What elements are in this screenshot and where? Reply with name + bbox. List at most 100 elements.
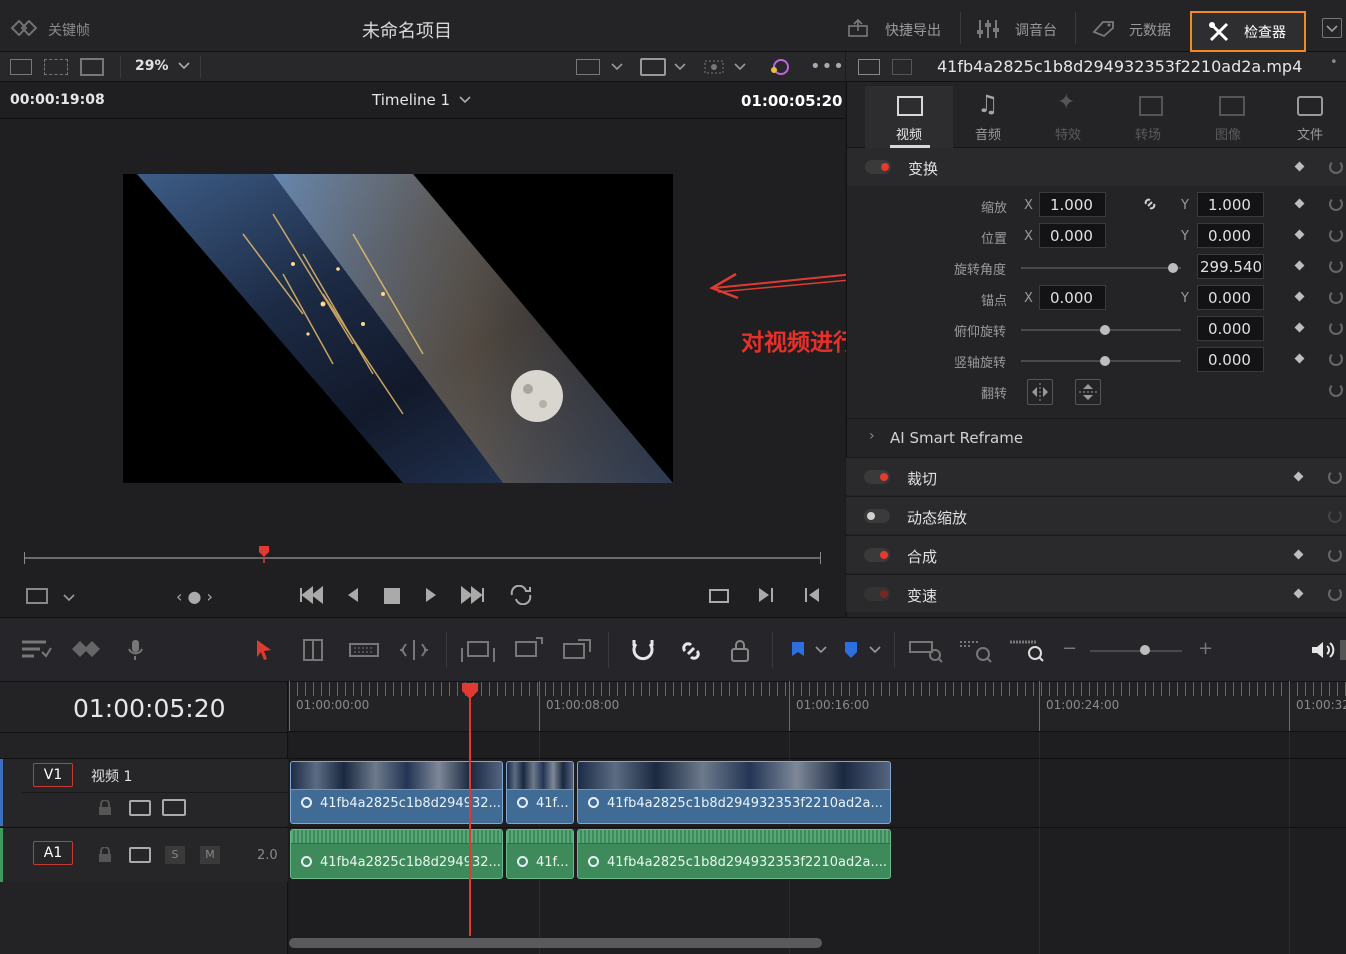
speed-change-section[interactable]: 变速	[846, 574, 1346, 612]
auto-select-icon[interactable]	[129, 800, 151, 816]
insert-clip-icon[interactable]	[460, 638, 496, 664]
stop-icon[interactable]	[384, 588, 400, 604]
anchor-y-field[interactable]: 0.000	[1197, 285, 1264, 310]
v1-track-name[interactable]: 视频 1	[91, 766, 132, 786]
dynamic-zoom-toggle[interactable]	[864, 509, 890, 523]
viewer-scrubber[interactable]	[24, 557, 821, 559]
mixer-icon[interactable]	[976, 18, 1000, 40]
keyframe-diamond-icon[interactable]	[1293, 549, 1304, 560]
ai-smart-reframe-section[interactable]: › AI Smart Reframe	[847, 418, 1346, 456]
keyframe-diamond-icon[interactable]	[1293, 471, 1304, 482]
video-clip[interactable]: 41fb4a2825c1b8d294932...	[290, 761, 503, 824]
transform-enable-toggle[interactable]	[865, 160, 891, 174]
reset-icon[interactable]	[1329, 259, 1343, 273]
trim-tool-icon[interactable]	[296, 638, 330, 662]
expand-dropdown-icon[interactable]	[1322, 18, 1342, 38]
v1-destination-badge[interactable]: V1	[33, 763, 73, 787]
horizontal-scrollbar[interactable]	[289, 938, 822, 948]
image-view-icon[interactable]	[10, 59, 32, 75]
timeline-options-icon[interactable]	[20, 638, 52, 660]
transform-section-header[interactable]: 变换	[847, 148, 1346, 186]
grid-view-icon[interactable]	[80, 58, 104, 76]
auto-select-icon[interactable]	[129, 847, 151, 863]
linked-selection-icon[interactable]	[678, 638, 704, 664]
metadata-button[interactable]: 元数据	[1129, 20, 1171, 40]
blade-tool-icon[interactable]	[398, 638, 430, 662]
mixer-button[interactable]: 调音台	[1015, 20, 1057, 40]
reset-icon[interactable]	[1328, 548, 1342, 562]
tab-audio[interactable]: ♫ 音频	[965, 86, 1045, 144]
reset-icon[interactable]	[1329, 290, 1343, 304]
yaw-slider-knob[interactable]	[1100, 356, 1110, 366]
keyframe-diamond-icon[interactable]	[1294, 198, 1305, 209]
video-clip[interactable]: 41fb4a2825c1b8d294932353f2210ad2a...	[577, 761, 891, 824]
keyframe-diamond-icon[interactable]	[1294, 161, 1305, 172]
dynamic-zoom-section[interactable]: 动态缩放	[846, 496, 1346, 534]
rotation-slider[interactable]	[1021, 267, 1181, 269]
reset-icon[interactable]	[1329, 228, 1343, 242]
flip-horizontal-icon[interactable]	[1027, 379, 1053, 405]
tab-transition[interactable]: 转场	[1125, 86, 1205, 144]
selection-arrow-icon[interactable]	[254, 638, 274, 662]
film-view-icon[interactable]	[44, 59, 68, 75]
chevron-down-icon[interactable]	[610, 61, 624, 73]
chevron-down-icon[interactable]	[458, 94, 472, 106]
chevron-down-icon[interactable]	[868, 644, 882, 656]
hq-icon[interactable]	[640, 58, 666, 76]
pitch-field[interactable]: 0.000	[1197, 316, 1264, 341]
audio-clip[interactable]: 41fb4a2825c1b8d294932353f2210ad2a....	[577, 829, 891, 879]
keyframe-diamond-icon[interactable]	[1294, 291, 1305, 302]
volume-icon[interactable]	[1310, 640, 1336, 660]
tab-image[interactable]: 图像	[1205, 86, 1285, 144]
keyframe-diamond-icon[interactable]	[1294, 353, 1305, 364]
chevron-down-icon[interactable]	[177, 60, 191, 72]
loop-icon[interactable]	[508, 584, 534, 606]
reset-icon[interactable]	[1329, 383, 1343, 397]
timeline-tracks[interactable]: 01:00:00:00 01:00:08:00 01:00:16:00 01:0…	[289, 681, 1346, 954]
composite-section[interactable]: 合成	[846, 535, 1346, 573]
fusion-icon[interactable]	[768, 57, 792, 77]
play-icon[interactable]	[422, 586, 440, 604]
mute-button[interactable]: M	[200, 846, 220, 864]
jog-control[interactable]: ‹ ● ›	[176, 587, 213, 606]
zoom-out-icon[interactable]: −	[1062, 638, 1077, 659]
yaw-field[interactable]: 0.000	[1197, 347, 1264, 372]
play-reverse-icon[interactable]	[344, 586, 362, 604]
chevron-down-icon[interactable]	[733, 61, 747, 73]
keyframe-diamond-icon[interactable]	[1293, 588, 1304, 599]
video-clip[interactable]: 41f...	[506, 761, 574, 824]
reset-icon[interactable]	[1328, 587, 1342, 601]
a1-track-header[interactable]: A1 S M 2.0	[0, 828, 288, 882]
transform-overlay-icon[interactable]	[702, 58, 726, 76]
inspector-button[interactable]: 检查器	[1190, 11, 1306, 52]
zoom-y-field[interactable]: 1.000	[1197, 192, 1264, 217]
reset-icon[interactable]	[1329, 160, 1343, 174]
audio-clip[interactable]: 41f...	[506, 829, 574, 879]
crop-section[interactable]: 裁切	[846, 457, 1346, 495]
dynamic-trim-icon[interactable]	[348, 640, 380, 660]
viewer-frame-mode-icon[interactable]	[26, 588, 48, 604]
position-lock-icon[interactable]	[728, 638, 752, 664]
position-y-field[interactable]: 0.000	[1197, 223, 1264, 248]
keyframes-icon[interactable]	[10, 19, 40, 37]
zoom-x-field[interactable]: 1.000	[1039, 192, 1106, 217]
prev-edit-icon[interactable]	[802, 586, 822, 604]
tab-video[interactable]: 视频	[865, 86, 953, 148]
tab-file[interactable]: 文件	[1285, 86, 1346, 144]
composite-enable-toggle[interactable]	[864, 548, 890, 562]
lock-track-icon[interactable]	[98, 846, 112, 863]
more-options-icon[interactable]: •••	[810, 56, 845, 77]
zoom-in-icon[interactable]: +	[1198, 638, 1213, 659]
quick-export-button[interactable]: 快捷导出	[885, 20, 941, 40]
microphone-icon[interactable]	[124, 638, 148, 662]
anchor-x-field[interactable]: 0.000	[1039, 285, 1106, 310]
export-icon[interactable]	[847, 18, 869, 38]
lock-track-icon[interactable]	[98, 799, 112, 816]
zoom-select[interactable]: 29%	[135, 58, 169, 74]
video-frame[interactable]	[123, 174, 673, 483]
go-to-start-icon[interactable]	[298, 585, 326, 605]
reset-icon[interactable]	[1328, 509, 1342, 523]
rotation-field[interactable]: 299.540	[1197, 254, 1264, 279]
position-x-field[interactable]: 0.000	[1039, 223, 1106, 248]
crop-enable-toggle[interactable]	[864, 470, 890, 484]
